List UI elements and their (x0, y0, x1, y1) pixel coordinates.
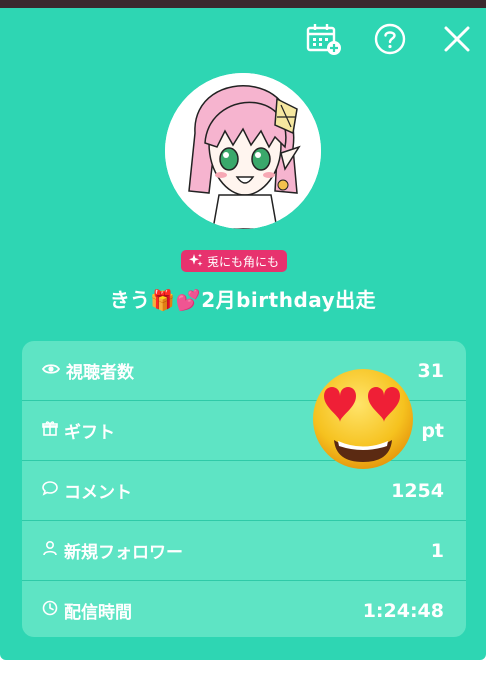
stream-title: きう🎁💕2月birthday出走 (109, 288, 377, 312)
stat-label: ギフト (64, 423, 115, 443)
stat-value: 1:24:48 (362, 599, 444, 622)
top-strip (0, 0, 486, 8)
stat-value: 1254 (391, 479, 444, 502)
stat-value: pt (421, 419, 444, 442)
stat-row-new-followers: 新規フォロワー 1 (22, 521, 466, 580)
stat-label: 配信時間 (64, 603, 132, 623)
sparkle-icon (189, 253, 203, 270)
stat-label: 新規フォロワー (64, 543, 183, 563)
stat-row-stream-time: 配信時間 1:24:48 (22, 581, 466, 637)
clock-icon (42, 600, 58, 621)
stat-label: コメント (64, 483, 132, 503)
stat-value: 1 (430, 539, 444, 562)
comment-icon (42, 480, 58, 501)
gift-icon (42, 420, 58, 441)
eye-icon (41, 361, 61, 381)
streamer-avatar[interactable] (165, 73, 321, 229)
calendar-plus-icon[interactable] (305, 20, 343, 58)
heart-eyes-emoji-icon (308, 362, 418, 472)
badge-label: 兎にも角にも (207, 254, 280, 269)
stream-summary-screen: 兎にも角にも きう🎁💕2月birthday出走 視聴者数 31 ギフト pt コ… (0, 0, 486, 680)
bottom-area (0, 660, 486, 680)
person-icon (42, 540, 58, 561)
community-badge: 兎にも角にも (181, 250, 288, 272)
stat-value: 31 (417, 359, 444, 382)
question-circle-icon[interactable] (372, 21, 408, 57)
close-icon[interactable] (440, 22, 474, 56)
stat-label: 視聴者数 (66, 363, 134, 383)
summary-panel: 兎にも角にも きう🎁💕2月birthday出走 視聴者数 31 ギフト pt コ… (0, 8, 486, 660)
